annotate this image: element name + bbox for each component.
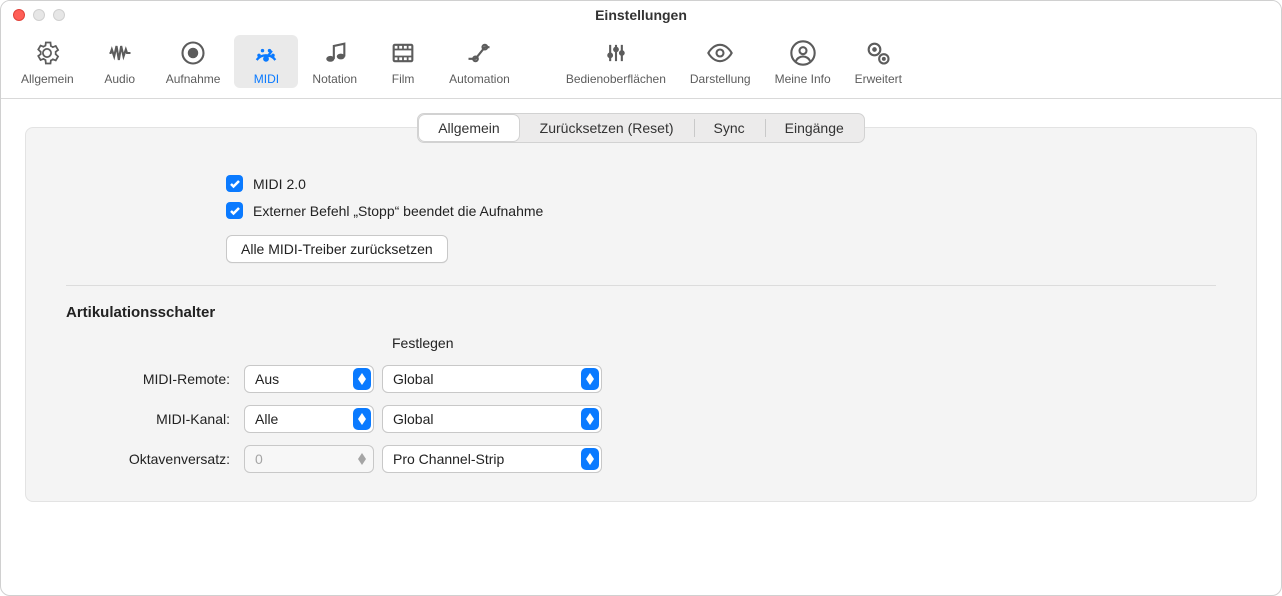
updown-icon bbox=[581, 448, 599, 470]
toolbar-label: Darstellung bbox=[690, 72, 751, 86]
toolbar-myinfo[interactable]: Meine Info bbox=[765, 35, 841, 88]
select-octave-offset-scope[interactable]: Pro Channel-Strip bbox=[382, 445, 602, 473]
segment-label: Sync bbox=[714, 120, 745, 136]
divider bbox=[66, 285, 1216, 286]
toolbar-advanced[interactable]: Erweitert bbox=[845, 35, 912, 88]
select-value: Alle bbox=[255, 411, 278, 427]
column-header-festlegen: Festlegen bbox=[382, 335, 602, 353]
sliders-icon bbox=[602, 39, 630, 70]
checkmark-icon bbox=[229, 178, 241, 190]
checkmark-icon bbox=[229, 205, 241, 217]
select-value: Aus bbox=[255, 371, 279, 387]
checkbox-midi20-label: MIDI 2.0 bbox=[253, 176, 306, 192]
waveform-icon bbox=[106, 39, 134, 70]
select-midi-channel-scope[interactable]: Global bbox=[382, 405, 602, 433]
gear-icon bbox=[33, 39, 61, 70]
toolbar-midi[interactable]: MIDI bbox=[234, 35, 298, 88]
notes-icon bbox=[321, 39, 349, 70]
segment-sync[interactable]: Sync bbox=[694, 114, 765, 142]
toolbar-label: Notation bbox=[312, 72, 357, 86]
toolbar-automation[interactable]: Automation bbox=[439, 35, 520, 88]
minimize-button[interactable] bbox=[33, 9, 45, 21]
label-midi-channel: MIDI-Kanal: bbox=[66, 411, 236, 427]
segment-reset[interactable]: Zurücksetzen (Reset) bbox=[520, 114, 694, 142]
toolbar-label: Automation bbox=[449, 72, 510, 86]
toolbar-label: Erweitert bbox=[855, 72, 902, 86]
gears-icon bbox=[864, 39, 892, 70]
updown-icon bbox=[581, 408, 599, 430]
titlebar: Einstellungen bbox=[1, 1, 1281, 29]
window-title: Einstellungen bbox=[1, 7, 1281, 23]
updown-icon bbox=[353, 448, 371, 470]
toolbar-label: MIDI bbox=[254, 72, 279, 86]
segment-allgemein[interactable]: Allgemein bbox=[419, 115, 518, 141]
updown-icon bbox=[353, 408, 371, 430]
checkbox-externalstop-label: Externer Befehl „Stopp“ beendet die Aufn… bbox=[253, 203, 543, 219]
user-circle-icon bbox=[789, 39, 817, 70]
select-value: Pro Channel-Strip bbox=[393, 451, 504, 467]
toolbar-label: Aufnahme bbox=[166, 72, 221, 86]
articulation-title: Artikulationsschalter bbox=[66, 304, 1216, 321]
select-value: 0 bbox=[255, 451, 263, 467]
segment-label: Eingänge bbox=[785, 120, 844, 136]
toolbar-label: Allgemein bbox=[21, 72, 74, 86]
label-octave-offset: Oktavenversatz: bbox=[66, 451, 236, 467]
label-midi-remote: MIDI-Remote: bbox=[66, 371, 236, 387]
maximize-button[interactable] bbox=[53, 9, 65, 21]
select-octave-offset-value: 0 bbox=[244, 445, 374, 473]
close-button[interactable] bbox=[13, 9, 25, 21]
toolbar-label: Film bbox=[392, 72, 415, 86]
film-icon bbox=[389, 39, 417, 70]
gauge-icon bbox=[252, 39, 280, 70]
select-midi-remote-value[interactable]: Aus bbox=[244, 365, 374, 393]
toolbar-film[interactable]: Film bbox=[371, 35, 435, 88]
toolbar-notation[interactable]: Notation bbox=[302, 35, 367, 88]
select-midi-channel-value[interactable]: Alle bbox=[244, 405, 374, 433]
toolbar-record[interactable]: Aufnahme bbox=[156, 35, 231, 88]
select-value: Global bbox=[393, 371, 433, 387]
segmented-control: Allgemein Zurücksetzen (Reset) Sync Eing… bbox=[417, 113, 865, 143]
toolbar: Allgemein Audio Aufnahme MIDI Notation bbox=[1, 29, 1281, 99]
settings-panel: Allgemein Zurücksetzen (Reset) Sync Eing… bbox=[25, 127, 1257, 502]
checkbox-midi20-row: MIDI 2.0 bbox=[226, 175, 1216, 192]
segment-label: Zurücksetzen (Reset) bbox=[540, 120, 674, 136]
checkbox-midi20[interactable] bbox=[226, 175, 243, 192]
segment-label: Allgemein bbox=[438, 120, 499, 136]
select-midi-remote-scope[interactable]: Global bbox=[382, 365, 602, 393]
checkbox-externalstop-row: Externer Befehl „Stopp“ beendet die Aufn… bbox=[226, 202, 1216, 219]
traffic-lights bbox=[13, 9, 65, 21]
updown-icon bbox=[581, 368, 599, 390]
select-value: Global bbox=[393, 411, 433, 427]
form-area: MIDI 2.0 Externer Befehl „Stopp“ beendet… bbox=[26, 143, 1256, 473]
articulation-grid: Festlegen MIDI-Remote: Aus Global bbox=[66, 335, 1216, 473]
segment-inputs[interactable]: Eingänge bbox=[765, 114, 864, 142]
record-icon bbox=[179, 39, 207, 70]
toolbar-audio[interactable]: Audio bbox=[88, 35, 152, 88]
updown-icon bbox=[353, 368, 371, 390]
segmented-row: Allgemein Zurücksetzen (Reset) Sync Eing… bbox=[26, 113, 1256, 143]
toolbar-label: Meine Info bbox=[775, 72, 831, 86]
content-area: Allgemein Zurücksetzen (Reset) Sync Eing… bbox=[1, 99, 1281, 526]
eye-icon bbox=[706, 39, 734, 70]
toolbar-general[interactable]: Allgemein bbox=[11, 35, 84, 88]
button-label: Alle MIDI-Treiber zurücksetzen bbox=[241, 241, 433, 257]
reset-midi-drivers-button[interactable]: Alle MIDI-Treiber zurücksetzen bbox=[226, 235, 448, 263]
toolbar-display[interactable]: Darstellung bbox=[680, 35, 761, 88]
toolbar-label: Bedienoberflächen bbox=[566, 72, 666, 86]
toolbar-surfaces[interactable]: Bedienoberflächen bbox=[556, 35, 676, 88]
toolbar-label: Audio bbox=[104, 72, 135, 86]
preferences-window: Einstellungen Allgemein Audio Aufnahme bbox=[0, 0, 1282, 596]
automation-icon bbox=[465, 39, 493, 70]
checkbox-externalstop[interactable] bbox=[226, 202, 243, 219]
